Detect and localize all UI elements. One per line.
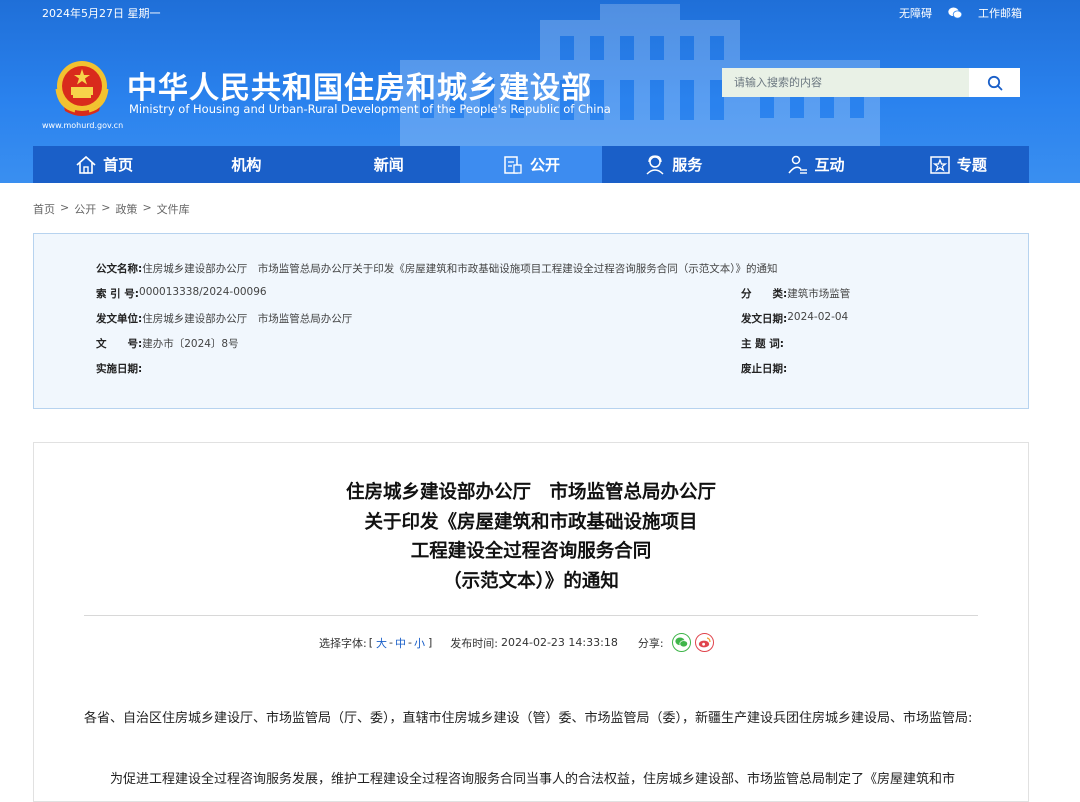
wechat-icon[interactable] xyxy=(948,7,962,19)
meta-label: 索 引 号: xyxy=(96,288,140,300)
meta-doc-no: 文 号: 建办市〔2024〕8号 xyxy=(96,336,239,351)
nav-item-interact[interactable]: 互动 xyxy=(744,146,886,183)
article-title: 住房城乡建设部办公厅 市场监管总局办公厅 关于印发《房屋建筑和市政基础设施项目 … xyxy=(0,478,1062,596)
search-box xyxy=(722,68,1020,97)
meta-label: 分 类: xyxy=(741,288,788,300)
meta-index: 索 引 号: 000013338/2024-00096 xyxy=(96,286,267,301)
site-subtitle: Ministry of Housing and Urban-Rural Deve… xyxy=(129,102,611,116)
meta-value: 住房城乡建设部办公厅 市场监管总局办公厅关于印发《房屋建筑和市政基础设施项目工程… xyxy=(142,263,778,275)
nav-label: 服务 xyxy=(672,156,703,174)
meta-label: 公文名称: xyxy=(96,263,143,275)
meta-value: 000013338/2024-00096 xyxy=(139,286,267,298)
breadcrumb-separator: > xyxy=(60,201,70,214)
meta-label: 发文日期: xyxy=(741,313,788,325)
topbar-links: 无障碍 工作邮箱 xyxy=(899,5,1022,21)
current-date: 2024年5月27日 星期一 xyxy=(42,7,161,20)
article-paragraph: 为促进工程建设全过程咨询服务发展，维护工程建设全过程咨询服务合同当事人的合法权益… xyxy=(110,772,956,787)
nav-label: 机构 xyxy=(231,156,262,174)
breadcrumb-home[interactable]: 首页 xyxy=(33,201,55,217)
main-nav: 首页 机构 新闻 公开 服务 互动 专题 xyxy=(33,146,1029,183)
title-divider xyxy=(84,615,978,616)
meta-subject: 主 题 词: xyxy=(741,336,784,351)
meta-issue-date: 发文日期: 2024-02-04 xyxy=(741,311,848,326)
meta-label: 废止日期: xyxy=(741,363,788,375)
breadcrumb: 首页 > 公开 > 政策 > 文件库 xyxy=(33,201,190,217)
site-header: 2024年5月27日 星期一 无障碍 工作邮箱 中华人民共和国住房和城乡建设部 … xyxy=(0,0,1080,183)
nav-item-org[interactable]: 机构 xyxy=(175,146,317,183)
nav-item-special[interactable]: 专题 xyxy=(887,146,1029,183)
meta-label: 实施日期: xyxy=(96,363,143,375)
title-line: （示范文本）》的通知 xyxy=(443,570,619,592)
font-medium-button[interactable]: 中 xyxy=(395,635,406,651)
site-title: 中华人民共和国住房和城乡建设部 xyxy=(127,71,592,106)
meta-value: 2024-02-04 xyxy=(787,311,849,323)
meta-issuer: 发文单位: 住房城乡建设部办公厅 市场监管总局办公厅 xyxy=(96,311,352,326)
search-icon xyxy=(987,75,1002,90)
title-line: 工程建设全过程咨询服务合同 xyxy=(410,541,652,562)
nav-label: 互动 xyxy=(814,156,845,174)
nav-item-news[interactable]: 新闻 xyxy=(318,146,460,183)
site-url: www.mohurd.gov.cn xyxy=(42,121,124,130)
share-weibo-icon[interactable] xyxy=(694,633,714,652)
breadcrumb-public[interactable]: 公开 xyxy=(74,201,96,217)
font-separator: - xyxy=(408,636,412,649)
font-small-button[interactable]: 小 xyxy=(414,635,425,651)
meta-label: 文 号: xyxy=(96,338,143,350)
breadcrumb-separator: > xyxy=(142,201,152,214)
search-button[interactable] xyxy=(969,68,1020,97)
font-separator: - xyxy=(389,636,393,649)
meta-category: 分 类: 建筑市场监管 xyxy=(741,286,850,301)
article-toolbar: 选择字体: [ 大 - 中 - 小 ] 发布时间: 2024-02-23 14:… xyxy=(319,633,714,652)
font-size-label: 选择字体: xyxy=(319,636,367,650)
document-icon xyxy=(504,155,522,174)
meta-value: 住房城乡建设部办公厅 市场监管总局办公厅 xyxy=(142,313,353,325)
nav-item-home[interactable]: 首页 xyxy=(33,146,175,183)
star-icon xyxy=(930,155,950,174)
article-paragraph: 各省、自治区住房城乡建设厅、市场监管局（厅、委），直辖市住房城乡建设（管）委、市… xyxy=(84,711,973,726)
meta-effective-date: 实施日期: xyxy=(96,361,142,376)
font-bracket: [ xyxy=(368,636,374,649)
meta-doc-name: 公文名称: 住房城乡建设部办公厅 市场监管总局办公厅关于印发《房屋建筑和市政基础… xyxy=(96,261,777,276)
home-icon xyxy=(76,155,96,174)
interaction-icon xyxy=(787,155,807,174)
service-icon xyxy=(646,154,664,175)
nav-label: 公开 xyxy=(529,156,560,174)
font-bracket: ] xyxy=(427,636,433,649)
title-line: 住房城乡建设部办公厅 市场监管总局办公厅 xyxy=(345,482,716,503)
accessibility-link[interactable]: 无障碍 xyxy=(899,5,932,21)
breadcrumb-policy[interactable]: 政策 xyxy=(115,201,137,217)
nav-label: 首页 xyxy=(103,156,134,174)
meta-value: 建筑市场监管 xyxy=(787,288,851,300)
title-line: 关于印发《房屋建筑和市政基础设施项目 xyxy=(364,511,698,533)
nav-item-public[interactable]: 公开 xyxy=(459,146,603,183)
share-wechat-icon[interactable] xyxy=(671,633,691,652)
nav-label: 专题 xyxy=(956,156,987,174)
meta-repeal-date: 废止日期: xyxy=(741,361,787,376)
meta-label: 发文单位: xyxy=(96,313,143,325)
meta-label: 主 题 词: xyxy=(741,338,785,350)
nav-item-service[interactable]: 服务 xyxy=(602,146,744,183)
work-mailbox-link[interactable]: 工作邮箱 xyxy=(978,5,1022,21)
font-large-button[interactable]: 大 xyxy=(376,635,387,651)
nav-label: 新闻 xyxy=(373,156,404,174)
publish-time: 2024-02-23 14:33:18 xyxy=(501,636,618,649)
publish-time-label: 发布时间: xyxy=(450,636,498,650)
breadcrumb-separator: > xyxy=(101,201,111,214)
share-label: 分享: xyxy=(637,636,664,650)
national-emblem-logo[interactable] xyxy=(55,59,109,117)
meta-value: 建办市〔2024〕8号 xyxy=(142,338,239,350)
breadcrumb-library[interactable]: 文件库 xyxy=(157,201,190,217)
search-input[interactable] xyxy=(722,68,969,97)
